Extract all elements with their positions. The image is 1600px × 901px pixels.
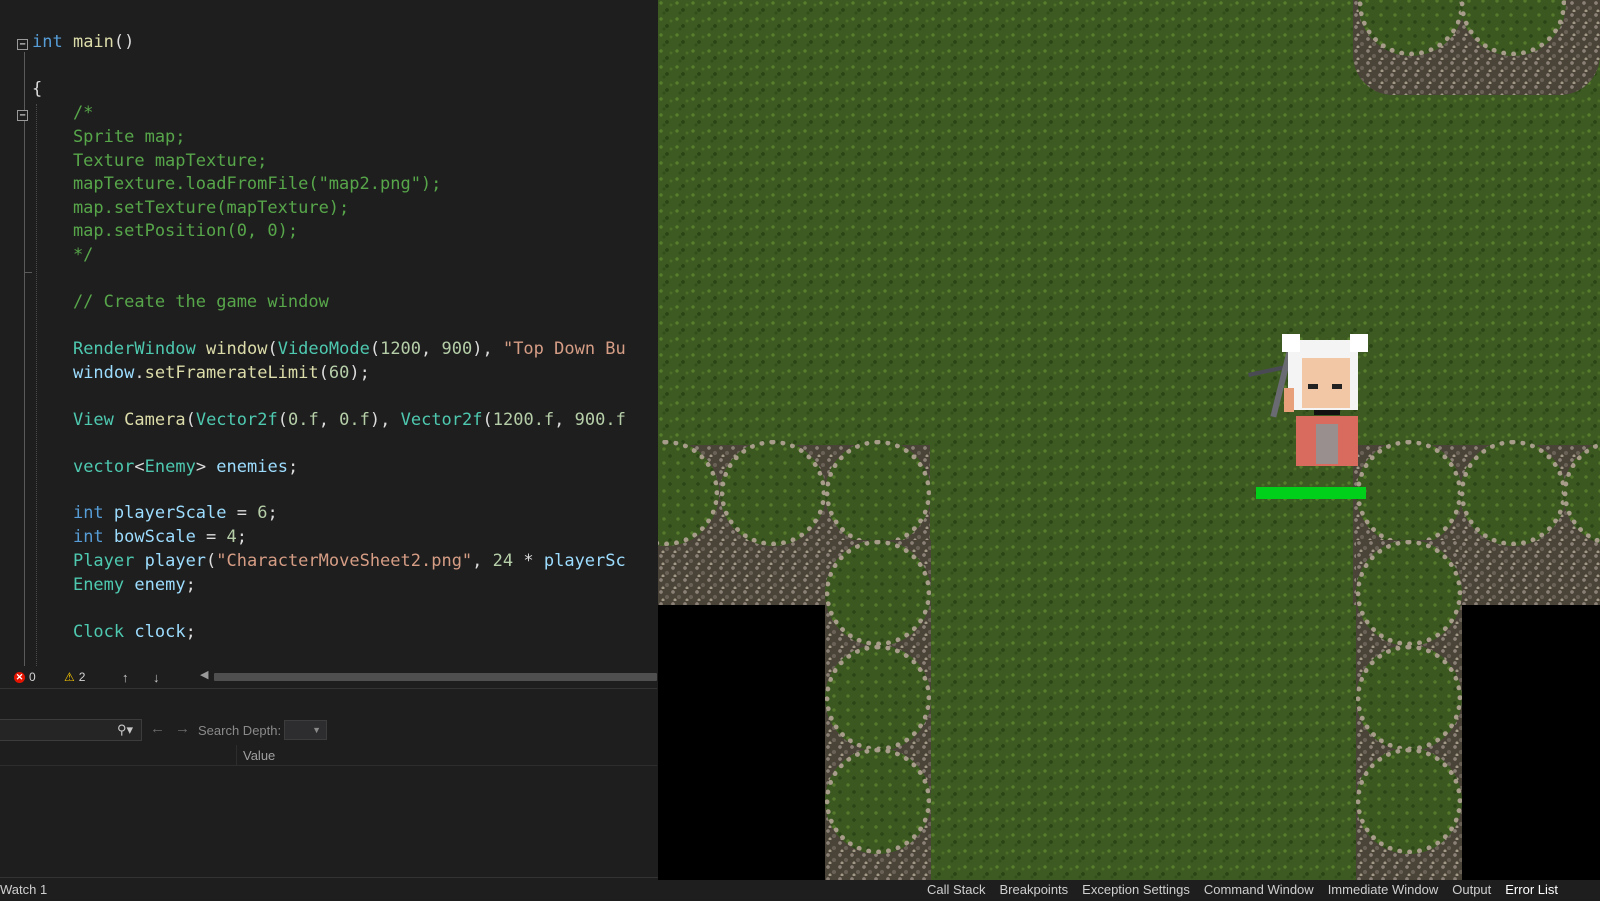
previous-issue-button[interactable]: ↑ — [122, 670, 129, 685]
horizontal-scrollbar[interactable]: ◀ — [200, 668, 657, 683]
code-line: int main() — [32, 32, 135, 52]
warning-icon: ⚠ — [64, 670, 75, 684]
code-line: View Camera(Vector2f(0.f, 0.f), Vector2f… — [72, 410, 626, 430]
code-line: RenderWindow window(VideoMode(1200, 900)… — [72, 339, 626, 359]
outline-gutter — [24, 52, 25, 666]
bush — [825, 748, 931, 854]
code-line: vector<Enemy> enemies; — [72, 457, 299, 477]
code-line: int bowScale = 4; — [72, 527, 248, 547]
bush — [1356, 645, 1462, 751]
tab-breakpoints[interactable]: Breakpoints — [1000, 882, 1069, 897]
code-line: /* — [32, 103, 94, 123]
warning-count-label: 2 — [78, 670, 86, 684]
tool-window-tabs: Watch 1 Call Stack Breakpoints Exception… — [0, 877, 1600, 901]
watch-column-header: Value — [0, 745, 657, 766]
warning-count[interactable]: ⚠ 2 — [64, 670, 85, 684]
debug-tool-tabs: Call Stack Breakpoints Exception Setting… — [927, 882, 1558, 897]
code-line: // Create the game window — [32, 292, 329, 312]
error-icon: ✕ — [14, 671, 25, 683]
search-icon[interactable]: ⚲▾ — [117, 722, 133, 738]
search-depth-label: Search Depth: — [198, 723, 282, 738]
code-line: map.setPosition(0, 0); — [32, 221, 299, 241]
search-back-icon[interactable]: ← — [150, 720, 165, 737]
code-line: Player player("CharacterMoveSheet2.png",… — [72, 551, 626, 571]
arrow-down-icon: ↓ — [153, 670, 160, 685]
fold-end-marker — [24, 272, 32, 273]
bush — [825, 645, 931, 751]
void-area-left — [658, 605, 825, 880]
tab-immediate-window[interactable]: Immediate Window — [1328, 882, 1439, 897]
code-line: Texture mapTexture; — [32, 151, 268, 171]
scrollbar-thumb[interactable] — [214, 673, 657, 681]
arrow-up-icon: ↑ — [122, 670, 129, 685]
tab-output[interactable]: Output — [1452, 882, 1491, 897]
search-forward-icon[interactable]: → — [175, 720, 190, 737]
bush — [720, 440, 826, 546]
player-health-bar — [1256, 487, 1366, 499]
search-depth-dropdown[interactable]: ▼ — [284, 720, 327, 740]
scroll-left-icon[interactable]: ◀ — [200, 668, 208, 681]
collapse-comment-icon[interactable]: − — [17, 110, 28, 121]
code-line: map.setTexture(mapTexture); — [32, 198, 350, 218]
tab-exception-settings[interactable]: Exception Settings — [1082, 882, 1190, 897]
hair-ornament — [1282, 334, 1300, 352]
eye — [1308, 384, 1318, 389]
watch-panel: ⚲▾ ← → Search Depth: ▼ Value — [0, 689, 657, 879]
column-header-value[interactable]: Value — [243, 748, 275, 763]
game-window[interactable] — [658, 0, 1600, 880]
mouth — [1314, 410, 1340, 415]
tab-call-stack[interactable]: Call Stack — [927, 882, 986, 897]
player-sprite — [1248, 334, 1408, 504]
bush — [1356, 748, 1462, 854]
next-issue-button[interactable]: ↓ — [153, 670, 160, 685]
collapse-main-icon[interactable]: − — [17, 39, 28, 50]
code-line: mapTexture.loadFromFile("map2.png"); — [32, 174, 442, 194]
code-line: window.setFramerateLimit(60); — [72, 363, 370, 383]
bush — [1356, 540, 1462, 646]
editor-status-bar: ✕ 0 ⚠ 2 ↑ ↓ ◀ — [0, 666, 657, 689]
code-line: Sprite map; — [32, 127, 186, 147]
code-editor[interactable]: − − int main() { /* Sprite map; Texture … — [0, 0, 657, 666]
tab-command-window[interactable]: Command Window — [1204, 882, 1314, 897]
error-count[interactable]: ✕ 0 — [14, 670, 36, 684]
tab-watch-1[interactable]: Watch 1 — [0, 882, 47, 897]
watch-search-input[interactable]: ⚲▾ — [0, 719, 142, 741]
chevron-down-icon: ▼ — [312, 725, 321, 735]
bush — [825, 440, 931, 546]
void-area-right — [1462, 605, 1600, 880]
eye — [1332, 384, 1342, 389]
error-count-label: 0 — [29, 670, 36, 684]
code-line: */ — [32, 245, 94, 265]
bush — [825, 540, 931, 646]
hair-ornament — [1350, 334, 1368, 352]
robe-detail — [1316, 424, 1338, 464]
arm — [1284, 388, 1294, 412]
face — [1302, 358, 1350, 408]
tab-error-list[interactable]: Error List — [1505, 882, 1558, 897]
column-divider[interactable] — [236, 745, 237, 765]
bush — [1460, 440, 1566, 546]
code-line: int playerScale = 6; — [72, 503, 278, 523]
code-line: Clock clock; — [72, 622, 196, 642]
code-line: { — [32, 79, 43, 99]
code-line: Enemy enemy; — [72, 575, 196, 595]
